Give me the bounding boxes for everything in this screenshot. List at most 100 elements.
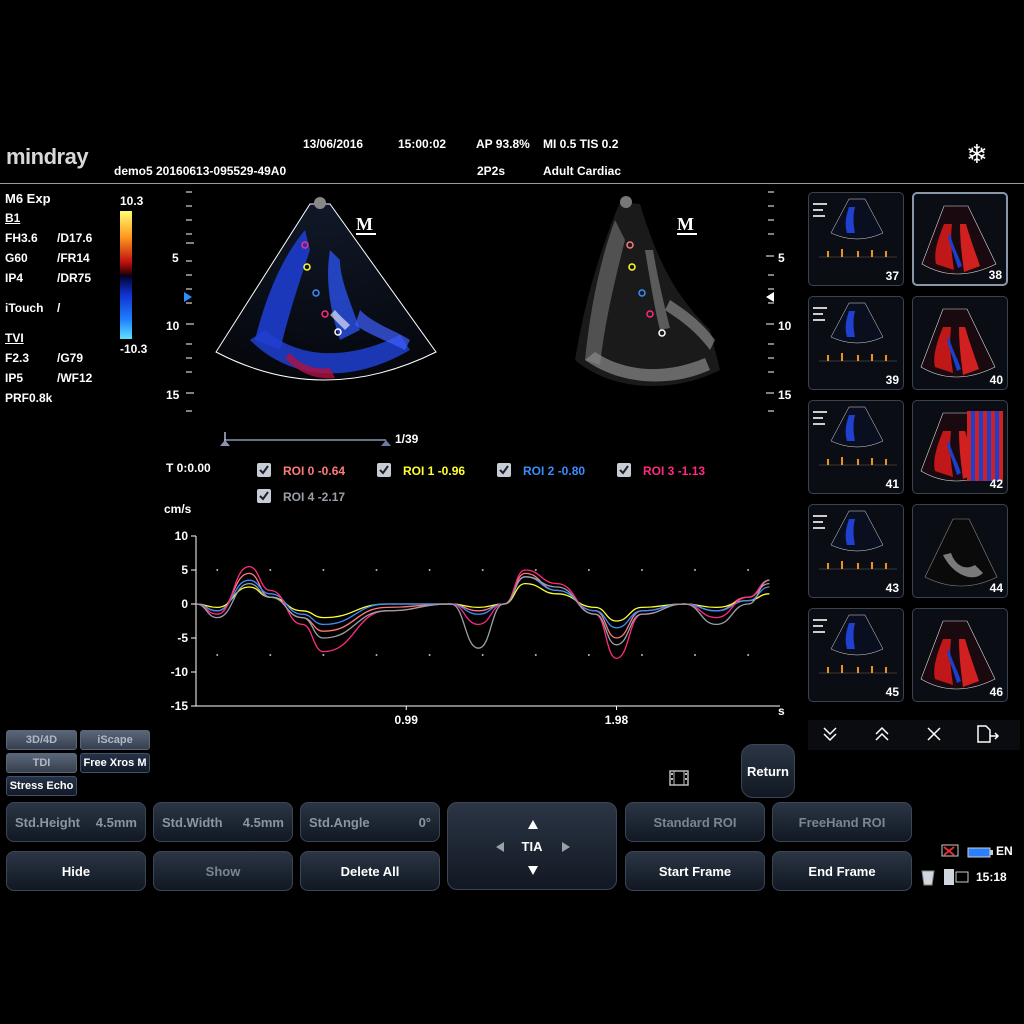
tia-control[interactable]: TIA [447,802,617,890]
bmode-sector-image[interactable]: M [560,190,760,410]
thumbnail-46[interactable]: 46 [912,608,1008,702]
tvi-sector-image[interactable]: M [210,190,442,405]
tia-right-icon [562,842,570,852]
mode-label: M6 Exp [5,191,51,206]
grid-dot [481,569,484,571]
show-button[interactable]: Show [153,851,293,891]
exam-date: 13/06/2016 [303,137,364,151]
mi-tis: MI 0.5 TIS 0.2 [543,137,619,151]
iscape-button[interactable]: iScape [80,730,150,750]
stress-echo-button[interactable]: Stress Echo [6,776,77,796]
exam-time: 15:00:02 [398,137,447,151]
standard-roi-button[interactable]: Standard ROI [625,802,765,842]
thumbnail-nav [808,720,1020,750]
grid-dot [481,654,484,656]
param-ip2: IP5 [5,371,24,385]
recycle-bin-icon [921,870,935,886]
grid-dot [322,569,325,571]
roi2-checkbox[interactable] [497,463,511,477]
grid-dot [216,569,219,571]
param-ip: IP4 [5,271,24,285]
grid-dot [534,569,537,571]
colorbar-min: -10.3 [120,342,148,356]
return-button[interactable]: Return [741,744,795,798]
grid-dot [428,654,431,656]
roi1-label: ROI 1 -0.96 [403,464,465,478]
roi0-label: ROI 0 -0.64 [283,464,345,478]
roi0-checkbox[interactable] [257,463,271,477]
depth-tick-15: 15 [166,388,180,402]
grid-dot [375,569,378,571]
velocity-curve-chart[interactable]: 10 5 0 -5 -10 -15 0.99 1.98 [160,520,800,730]
thumbnail-37[interactable]: 37 [808,192,904,286]
grid-dot [640,569,643,571]
freehand-roi-button[interactable]: FreeHand ROI [772,802,912,842]
thumbnail-38[interactable]: 38 [912,192,1008,286]
roi2-name: ROI 2 [523,464,555,478]
roi4-value: -2.17 [317,490,346,504]
start-frame-button[interactable]: Start Frame [625,851,765,891]
grid-dot [428,569,431,571]
velocity-color-bar [120,211,132,339]
y-tick-label: -10 [171,665,189,679]
grid-dot [322,654,325,656]
colorbar-max: 10.3 [120,194,144,208]
probe-name: 2P2s [477,164,506,178]
series-line-roi0 [195,572,770,639]
depth-tick-right-15: 15 [778,388,792,402]
thumbnail-42[interactable]: 42 [912,400,1008,494]
grid-dot [269,654,272,656]
thumbnail-39[interactable]: 39 [808,296,904,390]
hide-button[interactable]: Hide [6,851,146,891]
y-tick-label: 0 [181,597,188,611]
orientation-marker-left: M [356,214,373,234]
grid-dot [694,569,697,571]
freeze-snowflake-icon[interactable]: ❄ [966,141,988,167]
param-wf: /WF12 [57,371,93,385]
param-prf: PRF0.8k [5,391,53,405]
acoustic-power: AP 93.8% [476,137,530,151]
computer-icon [944,869,969,885]
3d4d-button[interactable]: 3D/4D [6,730,77,750]
thumbnail-41[interactable]: 41 [808,400,904,494]
tdi-button[interactable]: TDI [6,753,77,773]
thumbnail-number: 41 [885,477,899,491]
thumbnail-number: 38 [988,268,1002,282]
thumbnail-40[interactable]: 40 [912,296,1008,390]
y-tick-label: 5 [181,563,188,577]
thumbnail-number: 44 [989,581,1003,595]
roi4-name: ROI 4 [283,490,315,504]
grid-dot [694,654,697,656]
roi3-label: ROI 3 -1.13 [643,464,705,478]
std-angle-field[interactable]: Std.Angle 0° [300,802,440,842]
grid-dot [534,654,537,656]
thumbnail-44[interactable]: 44 [912,504,1008,598]
std-angle-value: 0° [418,814,431,830]
roi1-value: -0.96 [437,464,466,478]
grid-dot [587,569,590,571]
roi0-value: -0.64 [317,464,346,478]
delete-all-button[interactable]: Delete All [300,851,440,891]
thumbnail-45[interactable]: 45 [808,608,904,702]
std-height-field[interactable]: Std.Height 4.5mm [6,802,146,842]
param-g: G60 [5,251,28,265]
thumbnail-43[interactable]: 43 [808,504,904,598]
y-tick-label: 10 [175,529,189,543]
cine-slider[interactable] [218,430,393,450]
free-xros-m-button[interactable]: Free Xros M [80,753,150,773]
roi1-checkbox[interactable] [377,463,391,477]
std-height-value: 4.5mm [95,814,137,830]
roi4-checkbox[interactable] [257,489,271,503]
end-frame-button[interactable]: End Frame [772,851,912,891]
tvi-label: TVI [5,331,24,345]
x-tick-label: 0.99 [395,713,419,727]
tia-up-icon [528,820,538,829]
input-language[interactable]: EN [996,844,1013,858]
std-height-label: Std.Height [15,814,80,830]
std-width-field[interactable]: Std.Width 4.5mm [153,802,293,842]
tia-left-icon [496,842,504,852]
roi3-checkbox[interactable] [617,463,631,477]
cine-film-icon[interactable] [668,769,690,787]
series-line-roi3 [195,565,770,660]
grid-dot [587,654,590,656]
